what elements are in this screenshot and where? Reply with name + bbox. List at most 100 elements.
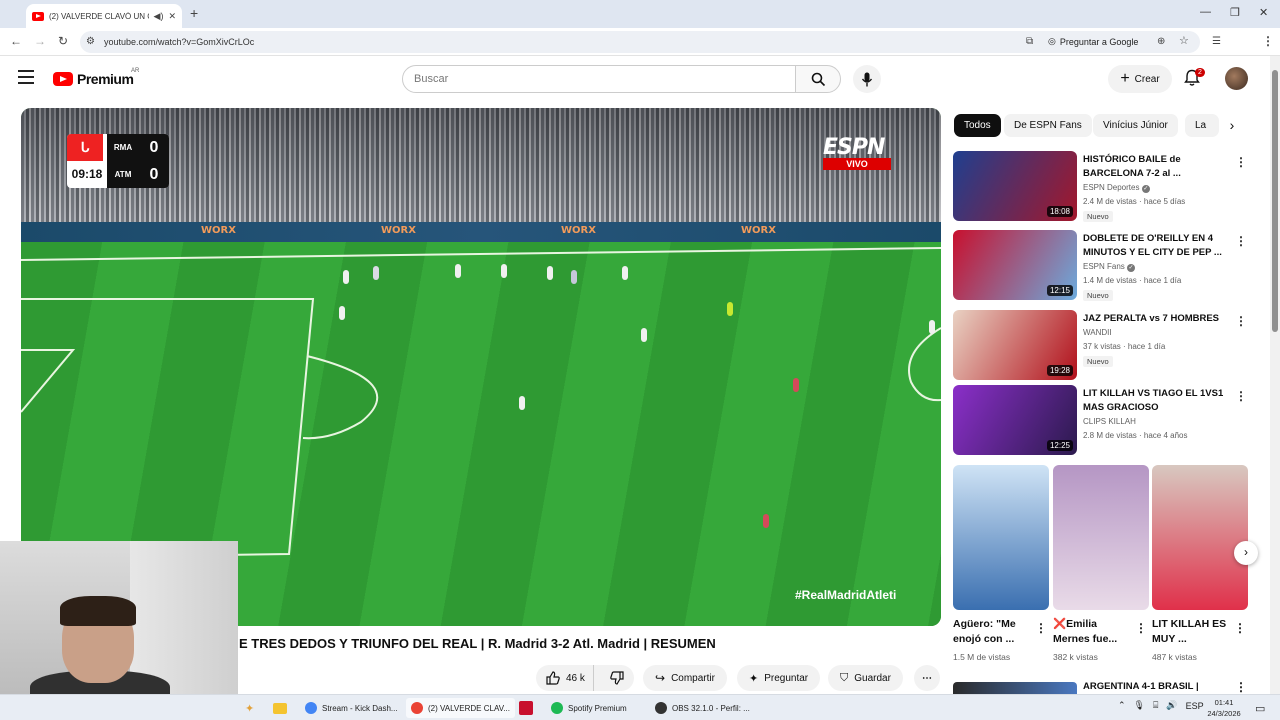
- recommendation-item[interactable]: 12:25 LIT KILLAH VS TIAGO EL 1VS1 MAS GRA…: [953, 385, 1253, 457]
- taskbar-app-label: Spotify Premium: [568, 703, 627, 713]
- speaker-icon[interactable]: ◀): [154, 11, 164, 22]
- account-avatar[interactable]: [1225, 67, 1248, 90]
- more-vertical-icon[interactable]: ⋮: [1135, 621, 1147, 635]
- page-scrollbar[interactable]: [1270, 56, 1280, 694]
- more-vertical-icon[interactable]: ⋮: [1235, 155, 1247, 169]
- keyboard-language[interactable]: ESP: [1186, 701, 1204, 711]
- short-views: 487 k vistas: [1152, 652, 1197, 662]
- short-item[interactable]: Agüero: "Me enojó con ... 1.5 M de vistas…: [953, 465, 1049, 665]
- more-vertical-icon[interactable]: ⋮: [1235, 314, 1247, 328]
- reading-list-icon[interactable]: ☰: [1212, 36, 1221, 47]
- recommendation-title[interactable]: DOBLETE DE O'REILLY EN 4 MINUTOS Y EL CI…: [1083, 232, 1231, 260]
- volume-icon[interactable]: 🔊: [1166, 700, 1177, 711]
- app-icon: [305, 702, 317, 714]
- channel-name[interactable]: WANDII: [1083, 328, 1112, 337]
- hamburger-menu-icon[interactable]: [18, 70, 34, 84]
- browser-menu-icon[interactable]: ⋮: [1262, 34, 1274, 48]
- dislike-button[interactable]: [600, 665, 634, 691]
- network-icon[interactable]: ⌸: [1153, 700, 1158, 711]
- taskbar-app[interactable]: Stream - Kick Dash...: [300, 698, 403, 718]
- clock-date: 24/3/2026: [1207, 709, 1241, 718]
- taskbar-app[interactable]: (2) VALVERDE CLAV...: [406, 698, 515, 718]
- taskbar-notepad-icon[interactable]: ✦: [240, 698, 259, 718]
- chevron-right-icon[interactable]: ›: [1222, 114, 1242, 137]
- clock[interactable]: 01:41 24/3/2026: [1204, 697, 1244, 719]
- zoom-icon[interactable]: ⊕: [1157, 36, 1165, 47]
- chip-all[interactable]: Todos: [954, 114, 1001, 137]
- video-thumbnail[interactable]: 12:25: [953, 385, 1077, 455]
- back-icon[interactable]: ←: [10, 34, 22, 48]
- short-item[interactable]: LIT KILLAH ES MUY ... 487 k vistas ⋮: [1152, 465, 1248, 665]
- url-text[interactable]: youtube.com/watch?v=GomXivCrLOc: [104, 37, 254, 47]
- short-thumbnail[interactable]: [1053, 465, 1149, 610]
- install-icon[interactable]: ⧉: [1026, 36, 1033, 47]
- chip-la[interactable]: La: [1185, 114, 1219, 137]
- voice-search-button[interactable]: [853, 65, 881, 93]
- microphone-tray-icon[interactable]: 🎙: [1134, 700, 1145, 711]
- player-figure: [373, 266, 379, 280]
- more-vertical-icon[interactable]: ⋮: [1035, 621, 1047, 635]
- site-info-icon[interactable]: ⚙: [86, 36, 95, 47]
- tab-title: (2) VALVERDE CLAVÓ UN G: [49, 11, 149, 21]
- new-badge: Nuevo: [1083, 211, 1113, 222]
- thumbs-down-icon: [610, 671, 624, 685]
- shorts-next-button[interactable]: ›: [1234, 541, 1258, 565]
- more-actions-button[interactable]: ⋯: [914, 665, 940, 691]
- channel-name[interactable]: ESPN Fans ✓: [1083, 262, 1136, 272]
- short-title[interactable]: LIT KILLAH ES MUY ...: [1152, 617, 1228, 647]
- more-vertical-icon[interactable]: ⋮: [1235, 389, 1247, 403]
- short-item[interactable]: ❌Emilia Mernes fue... 382 k vistas ⋮: [1053, 465, 1149, 665]
- maximize-icon[interactable]: ❐: [1230, 6, 1240, 19]
- short-title[interactable]: ❌Emilia Mernes fue...: [1053, 617, 1129, 647]
- next-recommendation[interactable]: ARGENTINA 4-1 BRASIL | ⋮: [953, 678, 1253, 694]
- save-button[interactable]: ⛉ Guardar: [828, 665, 903, 691]
- chip-espn-fans[interactable]: De ESPN Fans: [1004, 114, 1092, 137]
- chip-vinicius[interactable]: Vinícius Júnior: [1093, 114, 1178, 137]
- recommendation-item[interactable]: 19:28 JAZ PERALTA vs 7 HOMBRES WANDII 37 k …: [953, 310, 1253, 382]
- short-title[interactable]: Agüero: "Me enojó con ...: [953, 617, 1029, 647]
- more-vertical-icon[interactable]: ⋮: [1234, 621, 1246, 635]
- bookmark-star-icon[interactable]: ☆: [1179, 34, 1189, 47]
- player-figure: [641, 328, 647, 342]
- close-tab-icon[interactable]: ✕: [168, 11, 176, 22]
- ask-google-button[interactable]: ◎ Preguntar a Google: [1048, 36, 1138, 47]
- short-thumbnail[interactable]: [1152, 465, 1248, 610]
- channel-name[interactable]: ESPN Deportes ✓: [1083, 183, 1150, 193]
- chevron-up-icon[interactable]: ⌃: [1118, 700, 1126, 711]
- file-explorer-icon[interactable]: [268, 698, 292, 718]
- browser-tab-youtube[interactable]: (2) VALVERDE CLAVÓ UN G ◀) ✕: [26, 4, 182, 28]
- share-button[interactable]: ↪ Compartir: [643, 665, 727, 691]
- recommendation-title[interactable]: HISTÓRICO BAILE de BARCELONA 7-2 al ...: [1083, 153, 1231, 181]
- create-button[interactable]: + Crear: [1108, 65, 1172, 93]
- more-vertical-icon[interactable]: ⋮: [1235, 234, 1247, 248]
- like-button[interactable]: 46 k: [536, 665, 595, 691]
- more-vertical-icon[interactable]: ⋮: [1235, 680, 1247, 694]
- search-input[interactable]: [414, 66, 784, 92]
- notifications-tray-icon[interactable]: ▭: [1250, 698, 1270, 718]
- recommendation-item[interactable]: 18:08 HISTÓRICO BAILE de BARCELONA 7-2 al…: [953, 151, 1253, 223]
- taskbar-app[interactable]: OBS 32.1.0 - Perfil: ...: [650, 698, 755, 718]
- taskbar-app[interactable]: Spotify Premium: [546, 698, 632, 718]
- recommendation-title[interactable]: JAZ PERALTA vs 7 HOMBRES: [1083, 312, 1231, 326]
- scrollbar-thumb[interactable]: [1272, 70, 1278, 332]
- youtube-premium-logo[interactable]: Premium: [53, 71, 134, 87]
- forward-icon[interactable]: →: [34, 34, 46, 48]
- minimize-icon[interactable]: —: [1200, 6, 1211, 18]
- board-text: WORX: [561, 225, 596, 236]
- ask-button[interactable]: ✦ Preguntar: [737, 665, 821, 691]
- channel-name[interactable]: CLIPS KILLAH: [1083, 417, 1136, 426]
- laliga-logo-icon: ᒐ: [67, 134, 103, 161]
- new-tab-icon[interactable]: +: [190, 5, 198, 21]
- video-thumbnail[interactable]: 12:15: [953, 230, 1077, 300]
- close-window-icon[interactable]: ✕: [1259, 6, 1268, 19]
- share-icon: ↪: [655, 671, 666, 685]
- short-thumbnail[interactable]: [953, 465, 1049, 610]
- taskbar-app-icon[interactable]: [514, 698, 538, 718]
- recommendation-title[interactable]: LIT KILLAH VS TIAGO EL 1VS1 MAS GRACIOSO: [1083, 387, 1231, 415]
- sparkle-icon: ✦: [749, 672, 759, 685]
- reload-icon[interactable]: ↻: [58, 34, 68, 48]
- recommendation-item[interactable]: 12:15 DOBLETE DE O'REILLY EN 4 MINUTOS Y …: [953, 230, 1253, 302]
- search-button[interactable]: [795, 65, 841, 93]
- video-thumbnail[interactable]: 18:08: [953, 151, 1077, 221]
- video-thumbnail[interactable]: 19:28: [953, 310, 1077, 380]
